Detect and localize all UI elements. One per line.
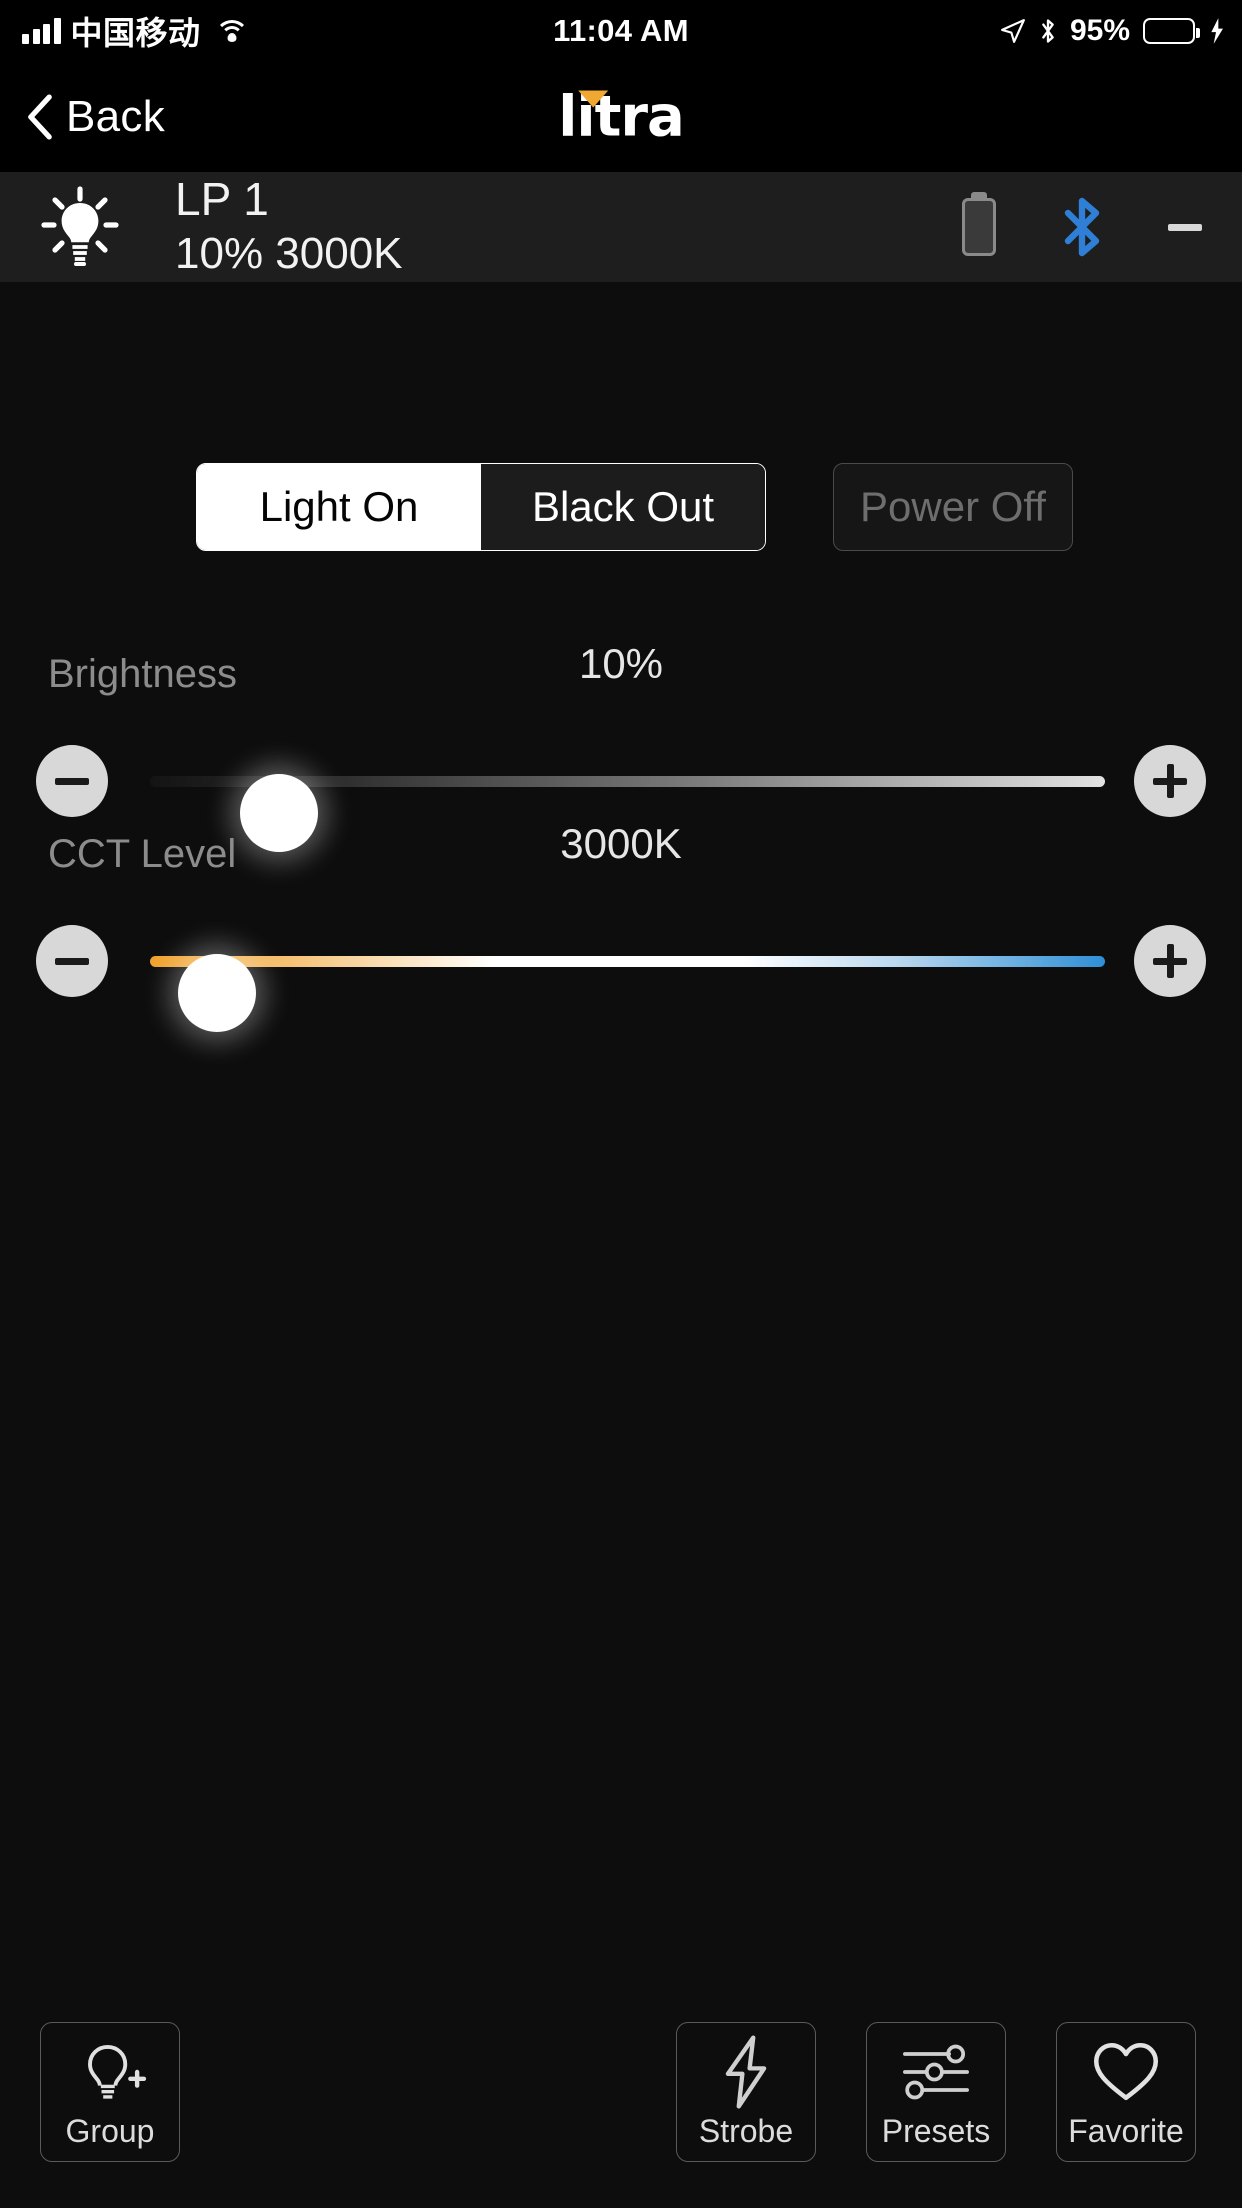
cct-decrease-button[interactable] [36,925,108,997]
device-status: 10% 3000K [175,228,403,278]
bulb-plus-icon [71,2035,149,2109]
litra-logo: litra [558,84,685,150]
app-root: 中国移动 11:04 AM 95% Back litra LP 1 10% 30… [0,0,1242,2208]
sliders-icon [900,2035,972,2109]
strobe-button[interactable]: Strobe [676,2022,816,2162]
group-button[interactable]: Group [40,2022,180,2162]
device-summary-row[interactable]: LP 1 10% 3000K [0,172,1242,282]
carrier-label: 中国移动 [70,15,201,51]
cct-track[interactable] [150,954,1105,1032]
battery-vertical-icon [962,198,996,256]
cct-label: CCT Level [48,832,237,876]
status-bar: 中国移动 11:04 AM 95% [0,0,1242,62]
cct-slider-block: 3000K CCT Level [0,820,1242,1040]
group-label: Group [65,2112,155,2149]
favorite-label: Favorite [1068,2112,1184,2149]
heart-icon [1091,2035,1161,2109]
back-button[interactable]: Back [26,92,165,142]
cct-thumb[interactable] [178,954,257,1032]
minus-icon [55,777,89,785]
back-label: Back [66,92,166,141]
black-out-button[interactable]: Black Out [481,464,765,550]
bluetooth-icon[interactable] [1058,195,1106,259]
brightness-track[interactable] [150,774,1105,852]
device-icons [962,195,1202,259]
bottom-toolbar: Group Strobe Presets Favorite [0,2022,1242,2162]
brand-wordmark: litra [558,84,685,150]
minus-icon [55,957,89,965]
cct-slider-row [0,925,1242,1032]
battery-icon [1143,18,1200,44]
status-bar-left: 中国移动 [22,8,249,54]
device-text: LP 1 10% 3000K [175,172,403,280]
brightness-increase-button[interactable] [1134,745,1206,817]
lightning-bolt-icon [716,2034,776,2109]
wifi-icon [214,18,249,44]
signal-icon [22,18,61,44]
chevron-left-icon [26,94,54,140]
device-name: LP 1 [175,172,269,225]
brightness-decrease-button[interactable] [36,745,108,817]
light-on-button[interactable]: Light On [197,464,481,550]
presets-button[interactable]: Presets [866,2022,1006,2162]
lightbulb-icon [38,185,122,269]
favorite-button[interactable]: Favorite [1056,2022,1196,2162]
status-bar-right: 95% [1000,14,1224,48]
clock: 11:04 AM [553,13,689,48]
light-mode-segmented-control: Light On Black Out [196,463,766,551]
presets-label: Presets [881,2112,991,2149]
nav-bar: Back litra [0,62,1242,172]
brightness-label: Brightness [48,652,237,696]
cct-increase-button[interactable] [1134,925,1206,997]
logo-triangle-icon [578,90,609,108]
battery-percent-label: 95% [1069,14,1130,47]
strobe-label: Strobe [698,2112,794,2149]
minus-icon[interactable] [1168,223,1202,231]
bluetooth-icon [1039,17,1057,45]
location-arrow-icon [1000,18,1026,44]
power-off-button[interactable]: Power Off [833,463,1073,551]
mode-controls: Light On Black Out Power Off [0,455,1242,575]
charging-bolt-icon [1208,17,1224,45]
